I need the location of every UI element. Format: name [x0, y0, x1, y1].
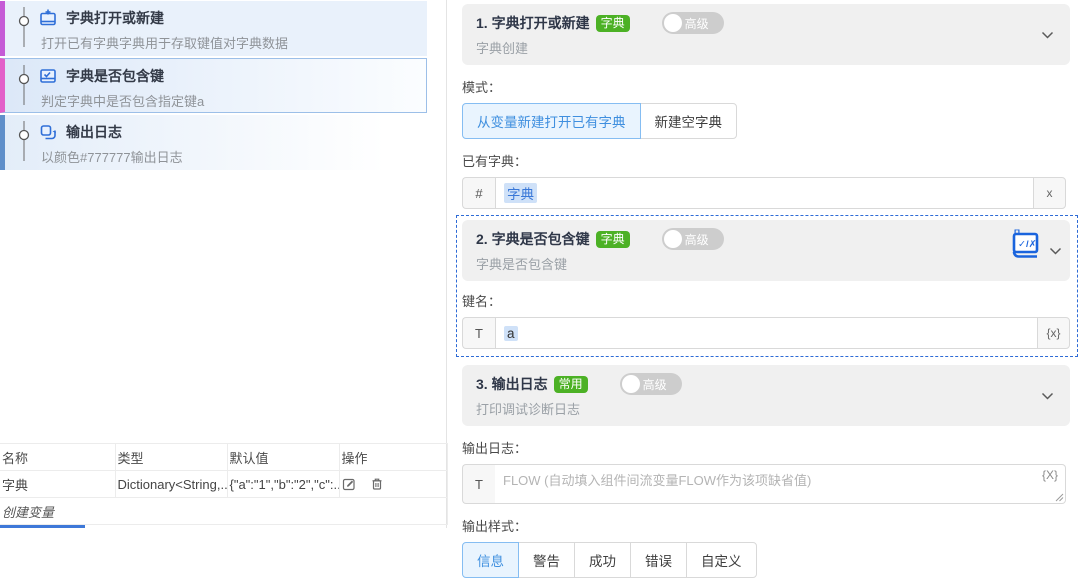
col-header-name: 名称 [0, 443, 116, 471]
mode-option-new-empty[interactable]: 新建空字典 [639, 103, 737, 139]
category-badge: 常用 [553, 375, 588, 393]
variables-table-header: 名称 类型 默认值 操作 [0, 443, 448, 471]
chevron-down-icon[interactable] [1041, 392, 1054, 400]
log-output-icon [40, 125, 56, 140]
toggle-label: 高级 [684, 232, 709, 247]
flow-node-connector [18, 65, 30, 105]
panel-title: 3. 输出日志 [476, 376, 548, 392]
style-option-warning[interactable]: 警告 [518, 542, 575, 578]
advanced-toggle[interactable]: 高级 [619, 373, 682, 395]
existing-dict-input-group: # 字典 x [462, 177, 1066, 209]
insert-variable-button[interactable]: {x} [1037, 317, 1070, 349]
style-option-info[interactable]: 信息 [462, 542, 519, 578]
variable-type-prefix[interactable]: # [462, 177, 495, 209]
flow-steps: 字典打开或新建 打开已有字典字典用于存取键值对字典数据 字典是否包含键 判定字典… [0, 0, 446, 170]
log-style-segmented-control: 信息 警告 成功 错误 自定义 [462, 542, 757, 578]
mode-option-open-existing[interactable]: 从变量新建打开已有字典 [462, 103, 641, 139]
toggle-knob-icon [621, 375, 640, 393]
col-header-type: 类型 [115, 443, 228, 471]
step-title: 输出日志 [66, 124, 122, 140]
properties-pane: 1. 字典打开或新建 字典 高级 字典创建 模式： 从变量新建打开已有字典 新建… [456, 0, 1078, 578]
step-subtitle: 以颜色#777777输出日志 [41, 150, 183, 165]
key-name-input[interactable]: a [495, 317, 1037, 349]
variables-table: 名称 类型 默认值 操作 字典 Dictionary<String,... {"… [0, 443, 448, 525]
variable-token: 字典 [504, 183, 537, 203]
flow-step-log-output[interactable]: 输出日志 以颜色#777777输出日志 [0, 115, 427, 170]
panel-title: 2. 字典是否包含键 [476, 231, 590, 247]
variable-type: Dictionary<String,... [115, 470, 228, 498]
dictionary-contains-icon [40, 69, 56, 83]
toggle-knob-icon [663, 14, 682, 32]
step-title: 字典打开或新建 [66, 10, 164, 26]
dictionary-add-icon [40, 9, 56, 26]
advanced-toggle[interactable]: 高级 [661, 12, 724, 34]
log-content-input-group: T {X} [462, 464, 1066, 504]
flow-list-pane: 字典打开或新建 打开已有字典字典用于存取键值对字典数据 字典是否包含键 判定字典… [0, 0, 448, 528]
text-token: a [504, 325, 518, 341]
chevron-down-icon[interactable] [1049, 247, 1062, 255]
col-header-default: 默认值 [227, 443, 340, 471]
mode-label: 模式： [462, 80, 502, 95]
panel-subtitle: 字典是否包含键 [476, 257, 568, 272]
flow-node-connector [18, 7, 30, 47]
create-variable-action[interactable]: 创建变量 [0, 497, 448, 525]
delete-variable-icon[interactable] [370, 477, 384, 491]
panel-header-dict-contains[interactable]: 2. 字典是否包含键 字典 高级 字典是否包含键 [] ✓/✗ [462, 220, 1070, 281]
step-subtitle: 打开已有字典字典用于存取键值对字典数据 [41, 36, 289, 51]
dictionary-contains-large-icon: [] ✓/✗ [1012, 228, 1039, 258]
panel-header-dict-open[interactable]: 1. 字典打开或新建 字典 高级 字典创建 [462, 4, 1070, 65]
flow-step-dict-open[interactable]: 字典打开或新建 打开已有字典字典用于存取键值对字典数据 [0, 1, 427, 56]
mode-segmented-control: 从变量新建打开已有字典 新建空字典 [462, 103, 737, 139]
flow-node-connector [18, 121, 30, 161]
toggle-label: 高级 [684, 16, 709, 31]
edit-variable-icon[interactable] [342, 477, 356, 491]
step-subtitle: 判定字典中是否包含指定键a [41, 94, 205, 109]
key-name-label: 键名： [462, 294, 502, 309]
variable-row: 字典 Dictionary<String,... {"a":"1","b":"2… [0, 470, 448, 498]
panel-header-log-output[interactable]: 3. 输出日志 常用 高级 打印调试诊断日志 [462, 365, 1070, 426]
insert-variable-button[interactable]: {X} [1042, 468, 1058, 482]
toggle-label: 高级 [642, 377, 667, 392]
style-option-success[interactable]: 成功 [574, 542, 631, 578]
category-badge: 字典 [595, 230, 630, 248]
clear-value-button[interactable]: x [1033, 177, 1066, 209]
toggle-knob-icon [663, 230, 682, 248]
panel-subtitle: 字典创建 [476, 41, 529, 56]
flow-step-dict-contains[interactable]: 字典是否包含键 判定字典中是否包含指定键a [0, 58, 427, 113]
text-type-prefix[interactable]: T [462, 464, 495, 504]
category-badge: 字典 [595, 14, 630, 32]
log-content-textarea[interactable] [495, 464, 1066, 504]
variable-name: 字典 [0, 470, 116, 498]
resize-handle-icon[interactable] [1055, 493, 1064, 502]
col-header-actions: 操作 [339, 443, 448, 471]
existing-dict-label: 已有字典： [462, 154, 528, 169]
variable-default-value: {"a":"1","b":"2","c":... [227, 470, 340, 498]
key-name-input-group: T a {x} [462, 317, 1070, 349]
text-type-prefix[interactable]: T [462, 317, 495, 349]
chevron-down-icon[interactable] [1041, 31, 1054, 39]
svg-text:✓/✗: ✓/✗ [1018, 239, 1037, 250]
log-style-label: 输出样式： [462, 519, 528, 534]
style-option-custom[interactable]: 自定义 [686, 542, 757, 578]
style-option-error[interactable]: 错误 [630, 542, 687, 578]
panel-title: 1. 字典打开或新建 [476, 15, 590, 31]
log-content-label: 输出日志： [462, 441, 528, 456]
step-title: 字典是否包含键 [66, 68, 164, 84]
selected-panel-outline: 2. 字典是否包含键 字典 高级 字典是否包含键 [] ✓/✗ 键名： T [456, 215, 1078, 357]
existing-dict-input[interactable]: 字典 [495, 177, 1033, 209]
panel-subtitle: 打印调试诊断日志 [476, 402, 581, 417]
advanced-toggle[interactable]: 高级 [661, 228, 724, 250]
